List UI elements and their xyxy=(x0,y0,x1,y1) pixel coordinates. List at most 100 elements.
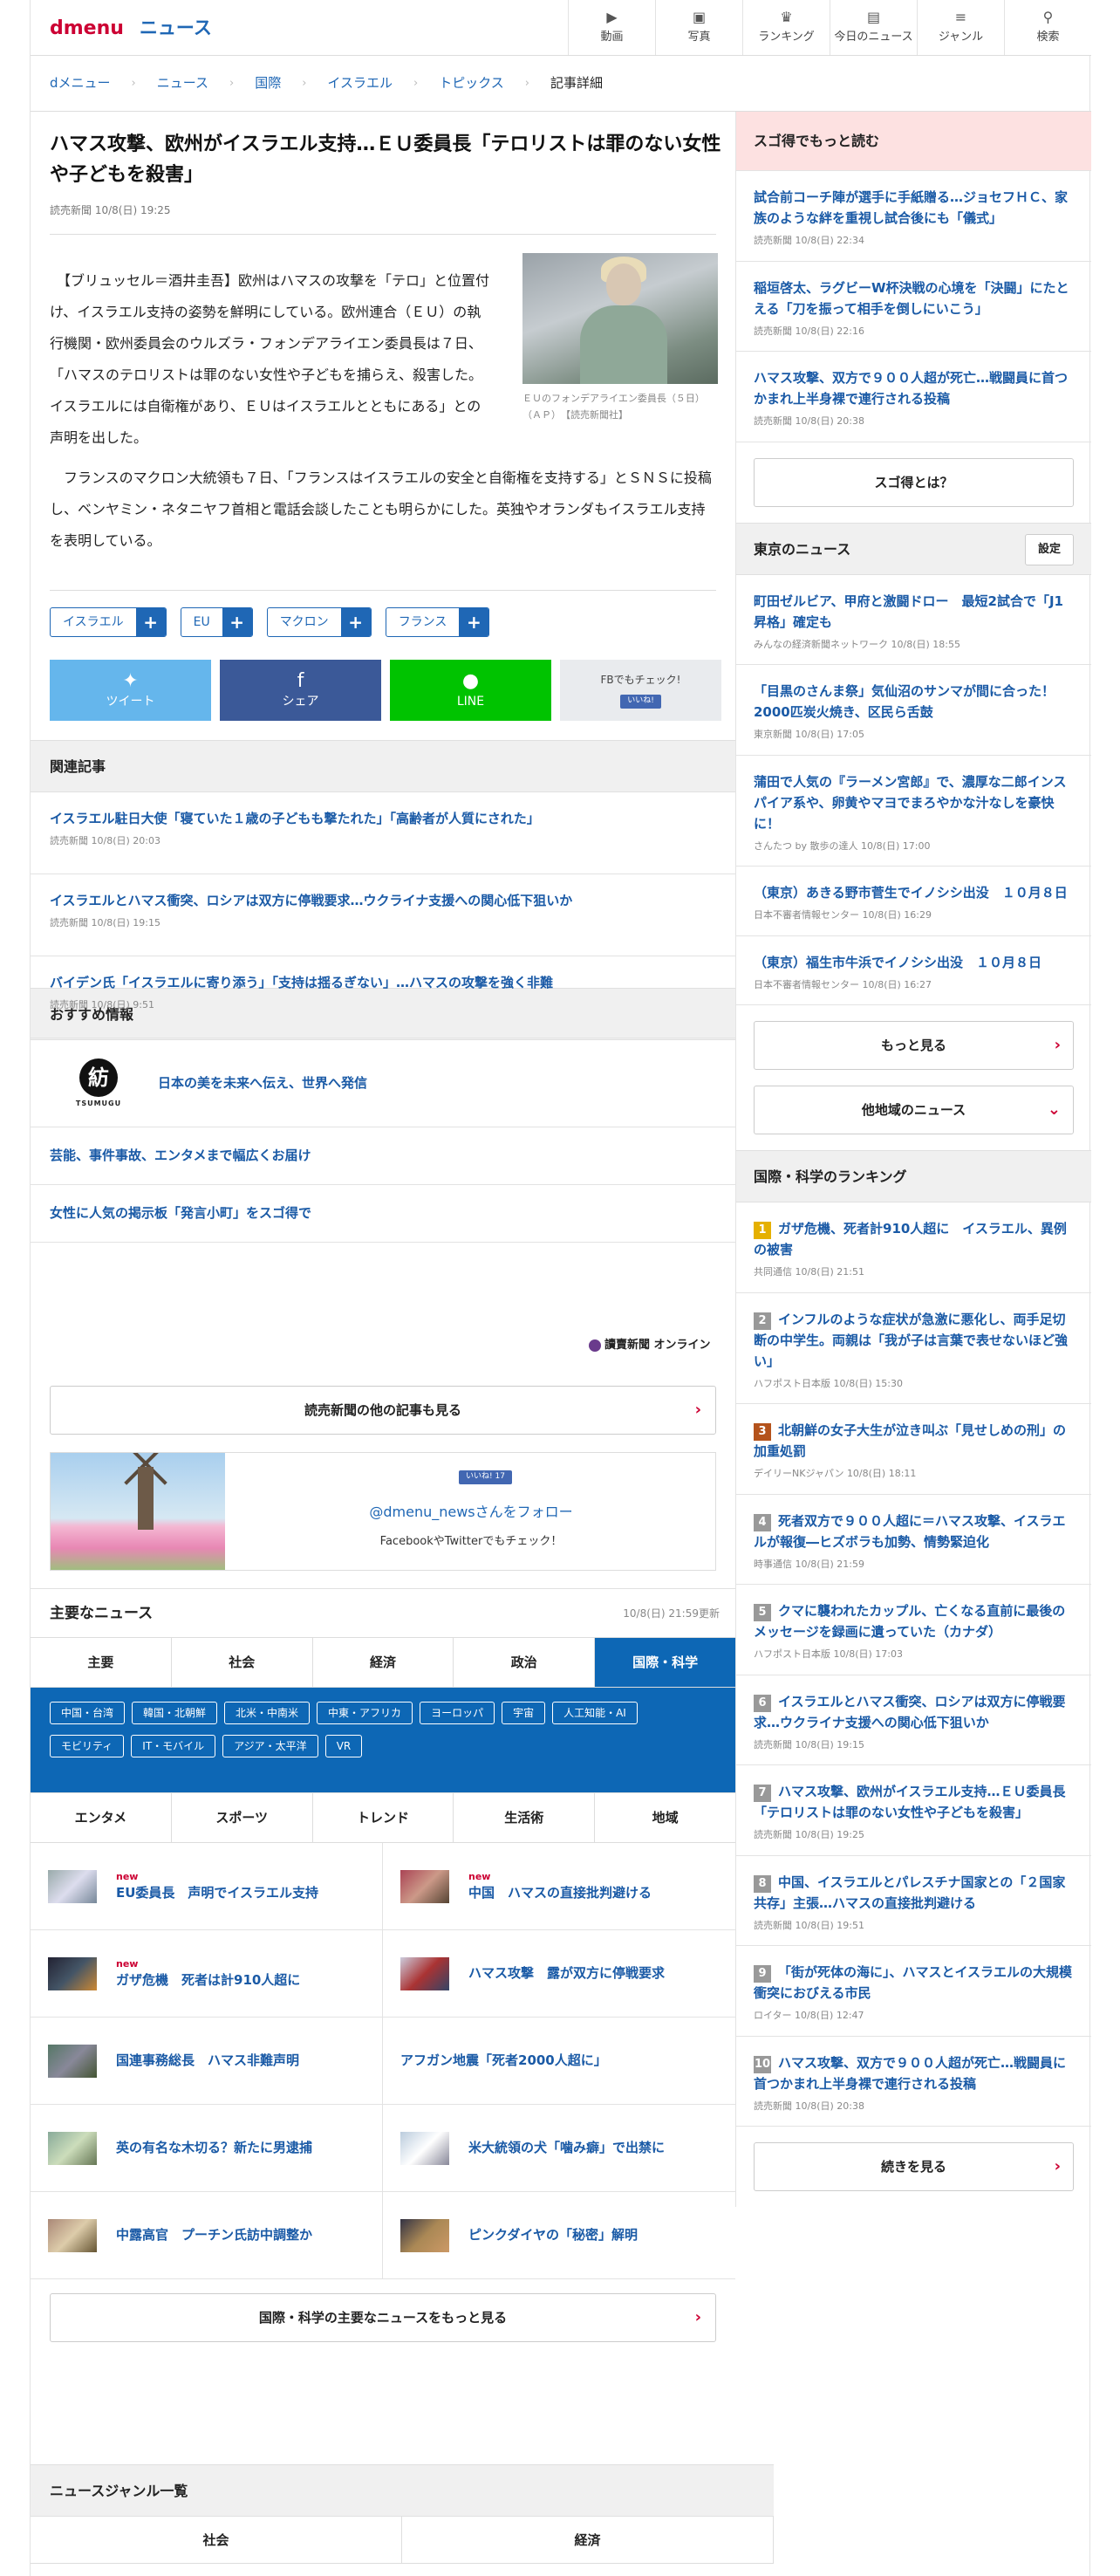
category-tab[interactable]: 地域 xyxy=(595,1793,735,1842)
follow-handle[interactable]: @dmenu_newsさんをフォロー xyxy=(225,1502,715,1523)
main-news-item[interactable]: 中露高官 プーチン氏訪中調整か xyxy=(31,2192,383,2279)
sub-category-tag[interactable]: 人工知能・AI xyxy=(552,1702,638,1724)
item-title[interactable]: 町田ゼルビア、甲府と激闘ドロー 最短2試合で「J1昇格」確定も xyxy=(754,591,1074,633)
tag-chip[interactable]: EU + xyxy=(180,607,253,637)
genre-tab[interactable]: 経済 xyxy=(402,2517,774,2563)
main-news-item[interactable]: 国連事務総長 ハマス非難声明 xyxy=(31,2018,383,2105)
item-title[interactable]: （東京）あきる野市菅生でイノシシ出没 １０月８日 xyxy=(754,882,1074,903)
header-nav-0[interactable]: ▶ 動画 xyxy=(568,0,655,55)
header-nav-5[interactable]: ⚲ 検索 xyxy=(1004,0,1091,55)
sub-category-tag[interactable]: モビリティ xyxy=(50,1735,125,1757)
category-tab[interactable]: 国際・科学 xyxy=(595,1638,735,1687)
rank-title[interactable]: ハマス攻撃、欧州がイスラエル支持…ＥＵ委員長「テロリストは罪のない女性や子どもを… xyxy=(754,1784,1066,1820)
sub-category-tag[interactable]: 北米・中南米 xyxy=(224,1702,311,1724)
category-tab[interactable]: 経済 xyxy=(313,1638,454,1687)
tag-chip[interactable]: イスラエル + xyxy=(50,607,167,637)
news-title[interactable]: 英の有名な木切る？新たに男逮捕 xyxy=(116,2140,312,2155)
category-tab[interactable]: 主要 xyxy=(31,1638,172,1687)
sub-category-tag[interactable]: 宇宙 xyxy=(502,1702,546,1724)
breadcrumb-item[interactable]: イスラエル xyxy=(327,73,393,93)
rank-title[interactable]: ハマス攻撃、双方で９００人超が死亡…戦闘員に首つかまれ上半身裸で連行される投稿 xyxy=(754,2055,1066,2092)
fb-like-count[interactable]: いいね! 17 xyxy=(459,1470,512,1484)
related-title[interactable]: バイデン氏「イスラエルに寄り添う」「支持は揺るぎない」…ハマスの攻撃を強く非難 xyxy=(50,972,716,993)
rank-title[interactable]: ガザ危機、死者計910人超に イスラエル、異例の被害 xyxy=(754,1221,1067,1257)
related-article[interactable]: バイデン氏「イスラエルに寄り添う」「支持は揺るぎない」…ハマスの攻撃を強く非難読… xyxy=(31,956,735,1038)
item-title[interactable]: 稲垣啓太、ラグビーW杯決戦の心境を「決闘」にたとえる「刀を振って相手を倒しにいこ… xyxy=(754,277,1074,319)
news-title[interactable]: ハマス攻撃 露が双方に停戦要求 xyxy=(468,1965,665,1981)
main-news-item[interactable]: アフガン地震「死者2000人超に」 xyxy=(383,2018,735,2105)
ranking-item[interactable]: 4 死者双方で９００人超に＝ハマス攻撃、イスラエルが報復―ヒズボラも加勢、情勢緊迫… xyxy=(736,1495,1091,1585)
recommend-item[interactable]: 芸能、事件事故、エンタメまで幅広くお届け xyxy=(31,1127,735,1185)
ranking-more-button[interactable]: 続きを見る › xyxy=(754,2142,1074,2191)
ranking-item[interactable]: 3 北朝鮮の女子大生が泣き叫ぶ「見せしめの刑」の加重処罰 デイリーNKジャパン 10… xyxy=(736,1404,1091,1495)
sub-category-tag[interactable]: 中国・台湾 xyxy=(50,1702,126,1724)
header-nav-3[interactable]: ▤ 今日のニュース xyxy=(830,0,917,55)
category-tab[interactable]: エンタメ xyxy=(31,1793,172,1842)
news-title[interactable]: 米大統領の犬「噛み癖」で出禁に xyxy=(468,2140,665,2155)
main-news-item[interactable]: ピンクダイヤの「秘密」解明 xyxy=(383,2192,735,2279)
ranking-item[interactable]: 8 中国、イスラエルとパレスチナ国家との「２国家共存」主張…ハマスの直接批判避ける… xyxy=(736,1856,1091,1946)
recommend-item[interactable]: 女性に人気の掲示板「発言小町」をスゴ得で xyxy=(31,1185,735,1243)
recommend-item[interactable]: 紡 TSUMUGU 日本の美を未来へ伝え、世界へ発信 xyxy=(31,1040,735,1127)
header-nav-4[interactable]: ≡ ジャンル xyxy=(917,0,1004,55)
other-region-button[interactable]: 他地域のニュース ⌄ xyxy=(754,1086,1074,1134)
item-title[interactable]: ハマス攻撃、双方で９００人超が死亡…戦闘員に首つかまれ上半身裸で連行される投稿 xyxy=(754,367,1074,409)
category-tab[interactable]: スポーツ xyxy=(172,1793,313,1842)
ranking-item[interactable]: 7 ハマス攻撃、欧州がイスラエル支持…ＥＵ委員長「テロリストは罪のない女性や子ども… xyxy=(736,1765,1091,1856)
category-tab[interactable]: 政治 xyxy=(454,1638,596,1687)
sub-category-tag[interactable]: 中東・アフリカ xyxy=(317,1702,413,1724)
sub-category-tag[interactable]: アジア・太平洋 xyxy=(222,1735,318,1757)
category-tab[interactable]: 生活術 xyxy=(454,1793,596,1842)
tokyo-item[interactable]: 「目黒のさんま祭」気仙沼のサンマが間に合った！ 2000匹炭火焼き、区民ら舌鼓東… xyxy=(736,665,1091,756)
line-button[interactable]: ● LINE xyxy=(390,660,551,721)
item-title[interactable]: 蒲田で人気の『ラーメン宮郎』で、濃厚な二郎インスパイア系や、卵黄やマヨでまろやか… xyxy=(754,771,1074,834)
tokyo-item[interactable]: （東京）福生市牛浜でイノシシ出没 １０月８日 日本不審者情報センター 10/8(日… xyxy=(736,936,1091,1005)
fb-like-button[interactable]: いいね! xyxy=(620,695,661,709)
news-section-label[interactable]: ニュース xyxy=(140,17,212,38)
main-news-more-button[interactable]: 国際・科学の主要なニュースをもっと見る › xyxy=(50,2293,716,2342)
item-title[interactable]: 「目黒のさんま祭」気仙沼のサンマが間に合った！ 2000匹炭火焼き、区民ら舌鼓 xyxy=(754,681,1074,723)
news-title[interactable]: アフガン地震「死者2000人超に」 xyxy=(400,2052,607,2068)
dmenu-logo[interactable]: dmenu ニュース xyxy=(50,14,212,43)
news-title[interactable]: 国連事務総長 ハマス非難声明 xyxy=(116,2052,299,2068)
main-news-item[interactable]: new 中国 ハマスの直接批判避ける xyxy=(383,1843,735,1930)
rank-title[interactable]: クマに襲われたカップル、亡くなる直前に最後のメッセージを録画に遺っていた（カナダ… xyxy=(754,1603,1065,1640)
sub-category-tag[interactable]: VR xyxy=(324,1735,363,1757)
breadcrumb-item[interactable]: dメニュー xyxy=(50,73,111,93)
breadcrumb-item[interactable]: ニュース xyxy=(157,73,208,93)
item-title[interactable]: 試合前コーチ陣が選手に手紙贈る…ジョセフＨＣ、家族のような絆を重視し試合後にも「… xyxy=(754,187,1074,229)
breadcrumb-item[interactable]: トピックス xyxy=(439,73,504,93)
article-photo[interactable] xyxy=(522,253,718,384)
item-title[interactable]: （東京）福生市牛浜でイノシシ出没 １０月８日 xyxy=(754,952,1074,973)
main-news-item[interactable]: ハマス攻撃 露が双方に停戦要求 xyxy=(383,1930,735,2018)
main-news-item[interactable]: 米大統領の犬「噛み癖」で出禁に xyxy=(383,2105,735,2192)
tokyo-item[interactable]: 蒲田で人気の『ラーメン宮郎』で、濃厚な二郎インスパイア系や、卵黄やマヨでまろやか… xyxy=(736,756,1091,867)
tweet-button[interactable]: ✦ ツイート xyxy=(50,660,211,721)
header-nav-1[interactable]: ▣ 写真 xyxy=(655,0,742,55)
ranking-item[interactable]: 10 ハマス攻撃、双方で９００人超が死亡…戦闘員に首つかまれ上半身裸で連行される投… xyxy=(736,2037,1091,2127)
sugo-item[interactable]: 試合前コーチ陣が選手に手紙贈る…ジョセフＨＣ、家族のような絆を重視し試合後にも「… xyxy=(736,171,1091,262)
related-article[interactable]: イスラエル駐日大使「寝ていた１歳の子どもも撃たれた」「高齢者が人質にされた」 読売… xyxy=(31,792,735,874)
news-title[interactable]: ピンクダイヤの「秘密」解明 xyxy=(468,2227,638,2243)
rank-title[interactable]: 北朝鮮の女子大生が泣き叫ぶ「見せしめの刑」の加重処罰 xyxy=(754,1422,1066,1459)
rank-title[interactable]: 死者双方で９００人超に＝ハマス攻撃、イスラエルが報復―ヒズボラも加勢、情勢緊迫化 xyxy=(754,1513,1066,1550)
sub-category-tag[interactable]: IT・モバイル xyxy=(131,1735,216,1757)
tag-chip[interactable]: フランス + xyxy=(385,607,490,637)
news-title[interactable]: 中露高官 プーチン氏訪中調整か xyxy=(116,2227,312,2243)
plus-icon[interactable]: + xyxy=(222,608,252,636)
related-title[interactable]: イスラエルとハマス衝突、ロシアは双方に停戦要求…ウクライナ支援への関心低下狙いか xyxy=(50,890,716,911)
rank-title[interactable]: 中国、イスラエルとパレスチナ国家との「２国家共存」主張…ハマスの直接批判避ける xyxy=(754,1874,1065,1911)
yomiuri-more-button[interactable]: 読売新聞の他の記事も見る › xyxy=(50,1386,716,1435)
related-article[interactable]: イスラエルとハマス衝突、ロシアは双方に停戦要求…ウクライナ支援への関心低下狙いか… xyxy=(31,874,735,956)
sugo-item[interactable]: ハマス攻撃、双方で９００人超が死亡…戦闘員に首つかまれ上半身裸で連行される投稿読… xyxy=(736,352,1091,442)
facebook-share-button[interactable]: f シェア xyxy=(220,660,381,721)
rank-title[interactable]: イスラエルとハマス衝突、ロシアは双方に停戦要求…ウクライナ支援への関心低下狙いか xyxy=(754,1694,1066,1730)
ranking-item[interactable]: 2 インフルのような症状が急激に悪化し、両手足切断の中学生。両親は「我が子は言葉で… xyxy=(736,1293,1091,1404)
rank-title[interactable]: 「街が死体の海に」、ハマスとイスラエルの大規模衝突におびえる市民 xyxy=(754,1964,1072,2001)
main-news-item[interactable]: 英の有名な木切る？新たに男逮捕 xyxy=(31,2105,383,2192)
ranking-item[interactable]: 9 「街が死体の海に」、ハマスとイスラエルの大規模衝突におびえる市民 ロイター 10… xyxy=(736,1946,1091,2037)
main-news-item[interactable]: new ガザ危機 死者は計910人超に xyxy=(31,1930,383,2018)
rank-title[interactable]: インフルのような症状が急激に悪化し、両手足切断の中学生。両親は「我が子は言葉で表… xyxy=(754,1312,1068,1369)
settings-button[interactable]: 設定 xyxy=(1025,533,1074,565)
follow-box[interactable]: いいね! 17 @dmenu_newsさんをフォロー FacebookやTwit… xyxy=(50,1452,716,1571)
